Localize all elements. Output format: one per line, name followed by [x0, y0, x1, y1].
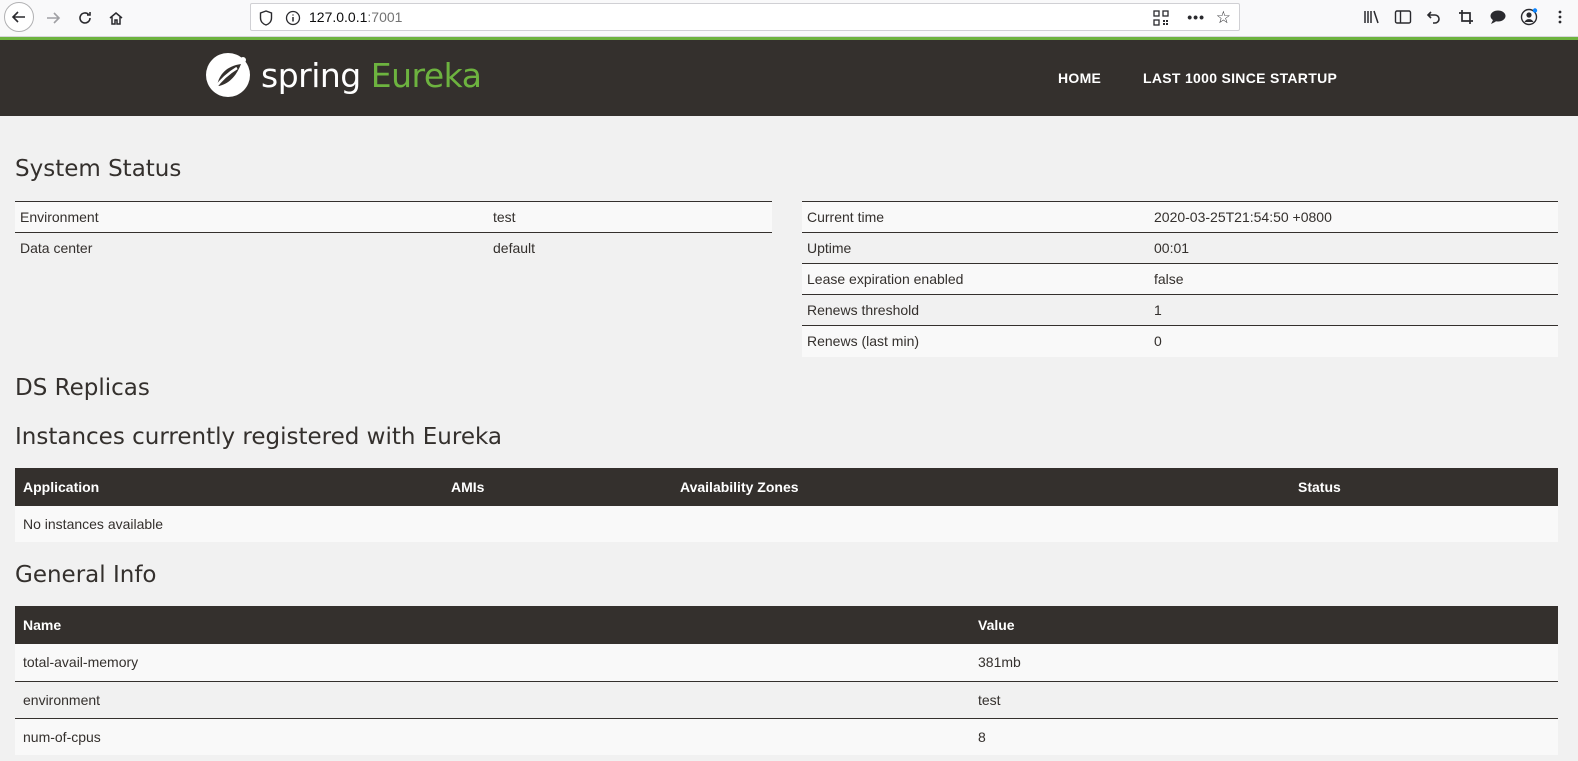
crop-icon[interactable] — [1456, 7, 1476, 27]
col-availability-zones: Availability Zones — [672, 468, 1290, 506]
chat-icon[interactable] — [1488, 7, 1508, 27]
table-row: num-of-cpus 8 — [15, 717, 1558, 755]
url-bar[interactable]: 127.0.0.1:7001 ••• ☆ — [250, 3, 1240, 31]
status-label: Data center — [15, 232, 488, 264]
logo-spring-text: spring — [261, 55, 361, 95]
undo-icon[interactable] — [1424, 7, 1444, 27]
page-actions-button[interactable]: ••• — [1187, 9, 1205, 25]
table-row: environment test — [15, 680, 1558, 718]
status-label: Renews (last min) — [802, 325, 1149, 357]
info-value: 381mb — [970, 644, 1558, 681]
table-row: Environment test — [15, 201, 772, 233]
back-button[interactable] — [4, 2, 34, 32]
shield-icon — [259, 10, 273, 26]
menu-icon[interactable] — [1552, 7, 1568, 27]
info-name: num-of-cpus — [15, 717, 970, 755]
status-value: 2020-03-25T21:54:50 +0800 — [1149, 201, 1558, 233]
status-value: false — [1149, 263, 1558, 295]
instances-title: Instances currently registered with Eure… — [15, 424, 502, 450]
status-label: Uptime — [802, 232, 1149, 264]
account-icon[interactable] — [1519, 7, 1539, 27]
table-row: No instances available — [15, 506, 1558, 542]
nav-home-link[interactable]: HOME — [1058, 70, 1101, 86]
col-status: Status — [1290, 468, 1558, 506]
general-info-title: General Info — [15, 562, 157, 588]
navbar: spring Eureka HOME LAST 1000 SINCE START… — [0, 40, 1578, 116]
status-value: default — [488, 232, 772, 264]
system-status-right-table: Current time 2020-03-25T21:54:50 +0800 U… — [802, 201, 1558, 357]
logo-eureka-text: Eureka — [370, 55, 482, 95]
status-value: 00:01 — [1149, 232, 1558, 264]
reload-button[interactable] — [70, 4, 100, 32]
status-value: 0 — [1149, 325, 1558, 357]
ds-replicas-title: DS Replicas — [15, 375, 150, 401]
instances-table: Application AMIs Availability Zones Stat… — [15, 468, 1558, 542]
status-value: test — [488, 201, 772, 233]
no-instances-message: No instances available — [15, 506, 1558, 542]
table-header-row: Name Value — [15, 606, 1558, 644]
info-name: total-avail-memory — [15, 644, 970, 681]
col-name: Name — [15, 606, 970, 644]
bookmark-star-icon[interactable]: ☆ — [1216, 8, 1231, 28]
table-row: Renews threshold 1 — [802, 294, 1558, 326]
url-host: 127.0.0.1 — [309, 9, 368, 25]
url-text[interactable]: 127.0.0.1:7001 — [309, 9, 402, 25]
spring-eureka-logo[interactable]: spring Eureka — [205, 52, 482, 98]
status-value: 1 — [1149, 294, 1558, 326]
status-label: Renews threshold — [802, 294, 1149, 326]
info-value: 8 — [970, 717, 1558, 755]
table-header-row: Application AMIs Availability Zones Stat… — [15, 468, 1558, 506]
col-application: Application — [15, 468, 443, 506]
table-row: Data center default — [15, 232, 772, 264]
home-button[interactable] — [101, 4, 131, 32]
library-icon[interactable] — [1362, 7, 1382, 27]
home-icon — [109, 12, 123, 25]
table-row: Current time 2020-03-25T21:54:50 +0800 — [802, 201, 1558, 233]
arrow-right-icon — [47, 12, 61, 24]
status-label: Current time — [802, 201, 1149, 233]
general-info-table: Name Value total-avail-memory 381mb envi… — [15, 606, 1558, 755]
reload-icon — [79, 12, 91, 24]
forward-button[interactable] — [38, 4, 68, 32]
browser-toolbar: 127.0.0.1:7001 ••• ☆ — [0, 0, 1578, 37]
table-row: Renews (last min) 0 — [802, 325, 1558, 357]
status-label: Environment — [15, 201, 488, 233]
arrow-left-icon — [11, 11, 25, 23]
status-label: Lease expiration enabled — [802, 263, 1149, 295]
url-port: :7001 — [367, 9, 403, 25]
col-amis: AMIs — [443, 468, 672, 506]
info-name: environment — [15, 680, 970, 718]
col-value: Value — [970, 606, 1558, 644]
qr-code-icon[interactable] — [1153, 10, 1169, 26]
spring-leaf-icon — [206, 53, 250, 97]
nav-last1000-link[interactable]: LAST 1000 SINCE STARTUP — [1143, 70, 1337, 86]
info-value: test — [970, 680, 1558, 718]
table-row: Lease expiration enabled false — [802, 263, 1558, 295]
sidebar-icon[interactable] — [1393, 7, 1413, 27]
info-icon[interactable] — [285, 10, 301, 26]
table-row: Uptime 00:01 — [802, 232, 1558, 264]
system-status-title: System Status — [15, 156, 182, 182]
table-row: total-avail-memory 381mb — [15, 644, 1558, 681]
system-status-left-table: Environment test Data center default — [15, 201, 772, 264]
